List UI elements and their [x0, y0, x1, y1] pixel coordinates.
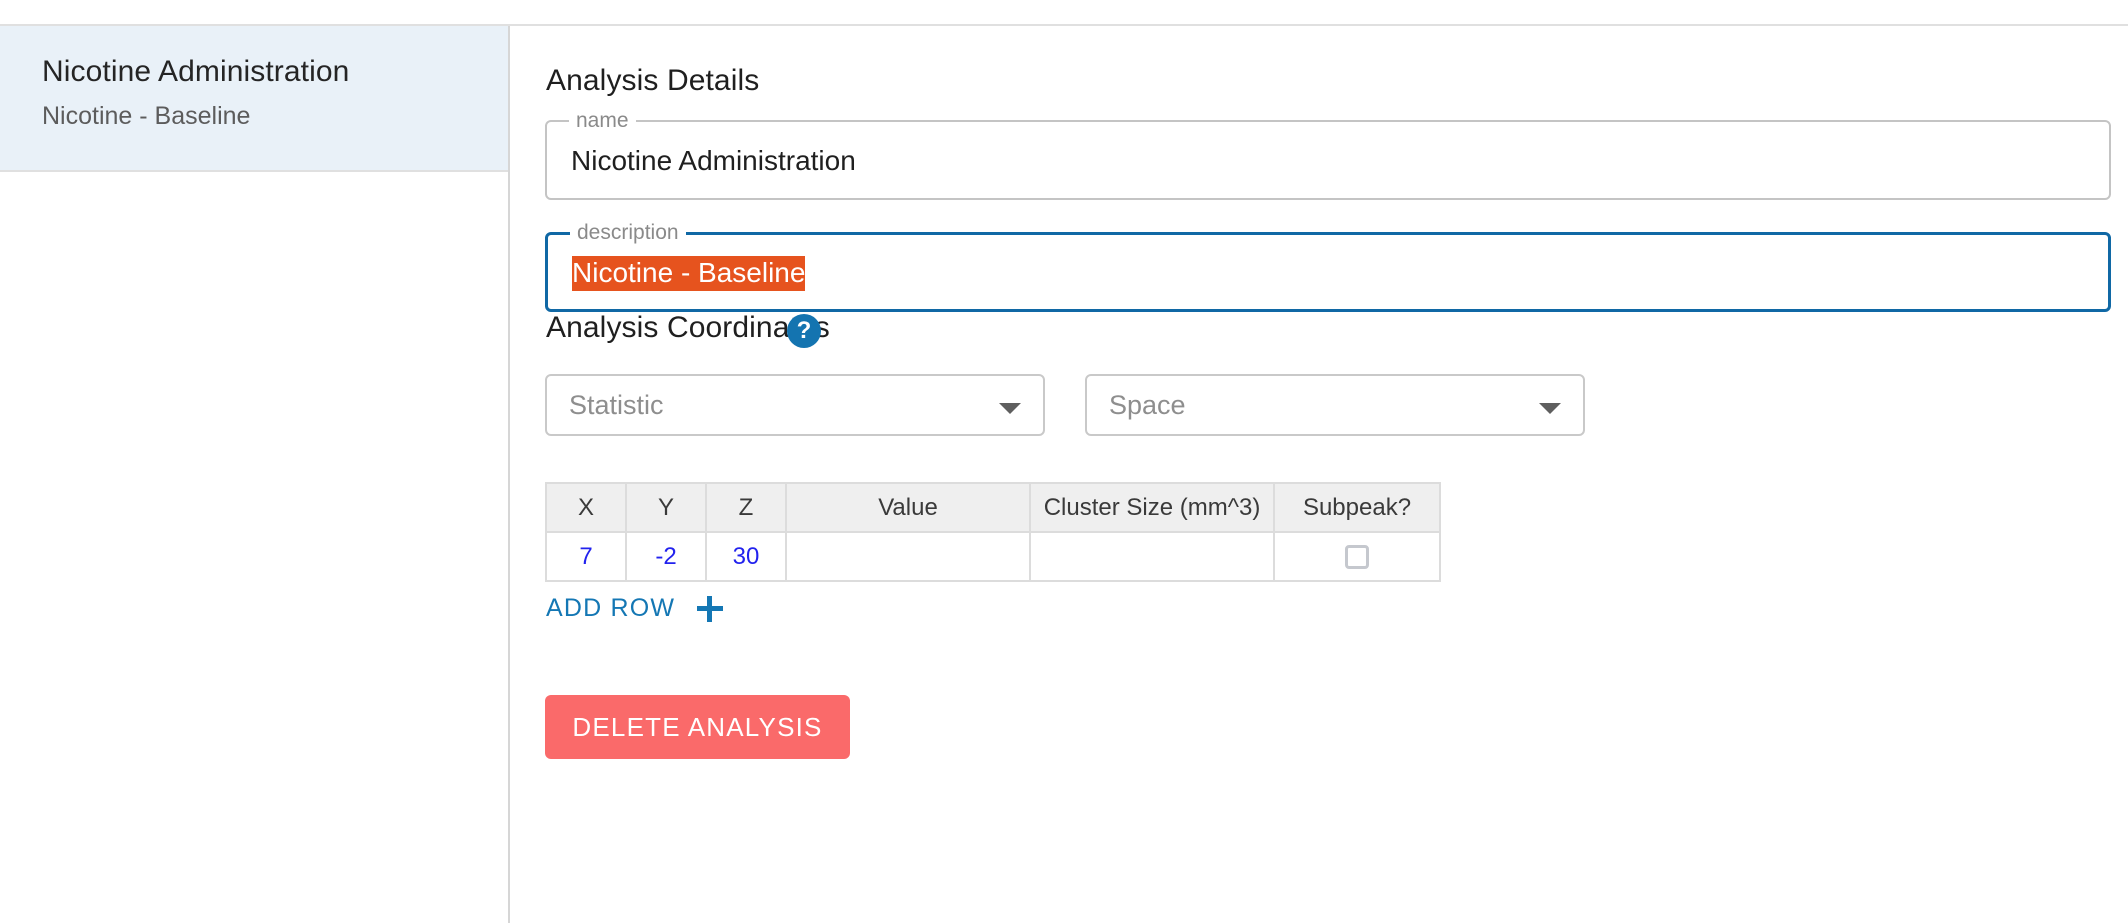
table-row: 7 -2 30: [546, 532, 1440, 581]
column-header-y: Y: [626, 483, 706, 532]
sidebar-item-subtitle: Nicotine - Baseline: [42, 99, 508, 134]
column-header-value: Value: [786, 483, 1030, 532]
plus-icon: [697, 596, 723, 622]
help-icon[interactable]: ?: [787, 314, 821, 348]
cell-y[interactable]: -2: [626, 532, 706, 581]
column-header-z: Z: [706, 483, 786, 532]
app-root: Nicotine Administration Nicotine - Basel…: [0, 0, 2128, 923]
subpeak-checkbox[interactable]: [1345, 545, 1369, 569]
analysis-detail-panel: Analysis Details name Nicotine Administr…: [512, 26, 2128, 923]
analysis-details-heading: Analysis Details: [546, 64, 759, 98]
delete-analysis-button[interactable]: DELETE ANALYSIS: [545, 695, 850, 759]
column-header-subpeak: Subpeak?: [1274, 483, 1440, 532]
space-select[interactable]: Space: [1085, 374, 1585, 436]
cell-x[interactable]: 7: [546, 532, 626, 581]
description-selected-text: Nicotine - Baseline: [572, 256, 805, 291]
name-input[interactable]: Nicotine Administration: [547, 122, 2109, 200]
description-field-wrapper[interactable]: description Nicotine - Baseline: [545, 232, 2111, 312]
name-field-label: name: [569, 108, 636, 134]
description-input[interactable]: Nicotine - Baseline: [548, 235, 2108, 312]
name-field-wrapper[interactable]: name Nicotine Administration: [545, 120, 2111, 200]
column-header-cluster-size: Cluster Size (mm^3): [1030, 483, 1274, 532]
column-header-x: X: [546, 483, 626, 532]
table-header-row: X Y Z Value Cluster Size (mm^3) Subpeak?: [546, 483, 1440, 532]
statistic-select-placeholder: Statistic: [569, 390, 664, 421]
chevron-down-icon: [1539, 403, 1561, 414]
cell-subpeak[interactable]: [1274, 532, 1440, 581]
add-row-label: ADD ROW: [546, 594, 675, 623]
description-field-label: description: [570, 220, 686, 246]
chevron-down-icon: [999, 403, 1021, 414]
cell-value[interactable]: [786, 532, 1030, 581]
add-row-button[interactable]: ADD ROW: [546, 594, 723, 623]
statistic-select[interactable]: Statistic: [545, 374, 1045, 436]
space-select-placeholder: Space: [1109, 390, 1186, 421]
sidebar-item-nicotine-administration[interactable]: Nicotine Administration Nicotine - Basel…: [0, 26, 508, 172]
analysis-list-sidebar: Nicotine Administration Nicotine - Basel…: [0, 26, 510, 923]
sidebar-item-title: Nicotine Administration: [42, 52, 508, 93]
coordinates-table: X Y Z Value Cluster Size (mm^3) Subpeak?…: [545, 482, 1441, 582]
cell-z[interactable]: 30: [706, 532, 786, 581]
cell-cluster-size[interactable]: [1030, 532, 1274, 581]
